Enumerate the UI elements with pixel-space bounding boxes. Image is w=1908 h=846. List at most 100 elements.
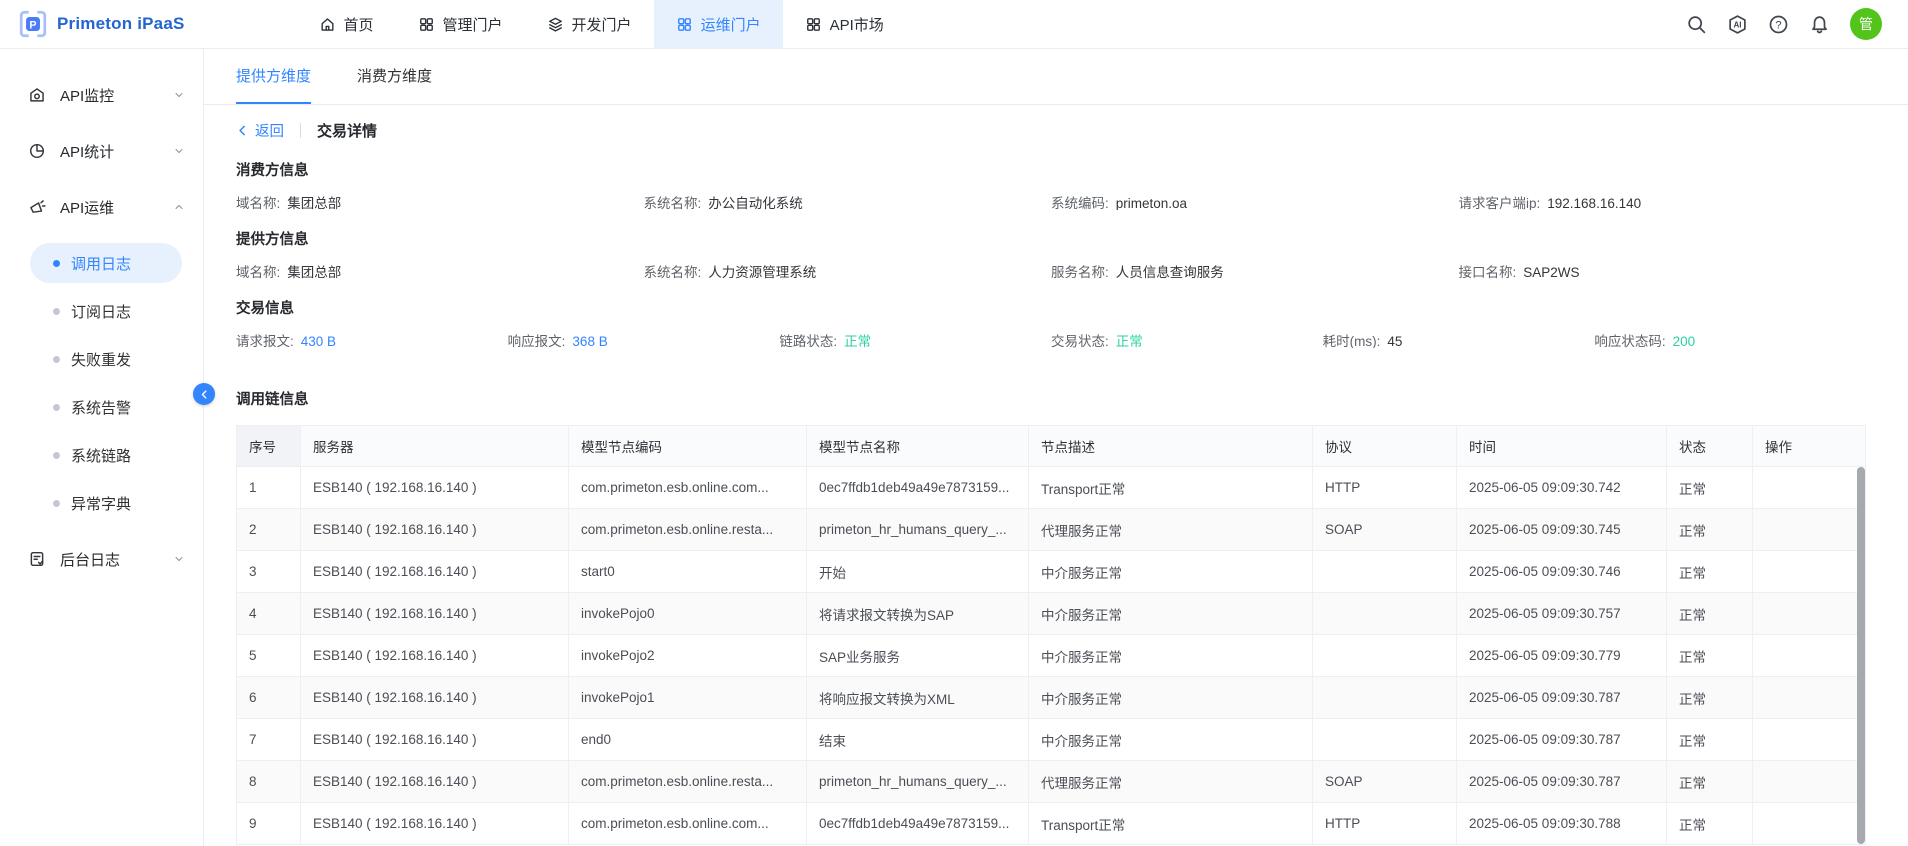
section-consumer-info: 消费方信息域名称:集团总部系统名称:办公自动化系统系统编码:primeton.o… (236, 159, 1866, 210)
svg-text:?: ? (1775, 19, 1781, 31)
sidebar-item-api-monitor[interactable]: API监控 (0, 67, 203, 123)
sidebar-subitem-system-alarm[interactable]: 系统告警 (30, 387, 182, 427)
search-icon (1686, 14, 1707, 35)
column-header: 序号 (237, 426, 301, 467)
cell-node_name: 将请求报文转换为SAP (807, 593, 1029, 635)
field-item: 域名称:集团总部 (236, 261, 644, 279)
top-bar: P Primeton iPaaS 首页管理门户开发门户 运维门户 API市场 AI?… (0, 0, 1908, 49)
cell-time: 2025-06-05 09:09:30.787 (1457, 761, 1667, 803)
field-item: 链路状态:正常 (779, 330, 1051, 348)
field-item: 交易状态:正常 (1051, 330, 1323, 348)
bell-icon (1809, 14, 1830, 35)
cell-status: 正常 (1667, 467, 1753, 509)
nav-item-label: 运维门户 (701, 14, 761, 35)
grid-icon (418, 16, 435, 33)
field-value[interactable]: 430 B (301, 334, 336, 348)
tab-consumer-dimension[interactable]: 消费方维度 (357, 49, 432, 104)
cell-node_desc: 中介服务正常 (1029, 719, 1313, 761)
sidebar-item-api-stats[interactable]: API统计 (0, 123, 203, 179)
cell-status: 正常 (1667, 509, 1753, 551)
chevron-left-icon (236, 124, 249, 137)
cell-node_desc: Transport正常 (1029, 467, 1313, 509)
cell-node_name: 0ec7ffdb1deb49a49e7873159... (807, 803, 1029, 845)
app-logo[interactable]: P Primeton iPaaS (0, 9, 185, 39)
cell-protocol (1313, 635, 1457, 677)
search-button[interactable] (1686, 14, 1707, 35)
nav-item-api-market[interactable]: API市场 (783, 0, 906, 48)
help-button[interactable]: ? (1768, 14, 1789, 35)
chevron-down-icon (173, 553, 185, 565)
chevron-left-icon (199, 389, 210, 400)
section-transaction-info: 交易信息请求报文:430 B响应报文:368 B链路状态:正常交易状态:正常耗时… (236, 297, 1866, 348)
cell-no: 8 (237, 761, 301, 803)
cell-action (1753, 509, 1866, 551)
column-header: 操作 (1753, 426, 1866, 467)
field-value: 45 (1387, 334, 1402, 348)
cell-no: 4 (237, 593, 301, 635)
field-item: 系统编码:primeton.oa (1051, 192, 1459, 210)
cell-no: 1 (237, 467, 301, 509)
content-panel: 返回 交易详情 消费方信息域名称:集团总部系统名称:办公自动化系统系统编码:pr… (204, 105, 1908, 846)
sidebar-collapse-button[interactable] (193, 383, 215, 405)
cell-node_code: invokePojo2 (569, 635, 807, 677)
cell-status: 正常 (1667, 551, 1753, 593)
field-value[interactable]: 368 B (572, 334, 607, 348)
sidebar-subitem-exception-dict[interactable]: 异常字典 (30, 483, 182, 523)
back-button[interactable]: 返回 (236, 120, 284, 141)
sidebar-item-backend-log[interactable]: 后台日志 (0, 531, 203, 587)
cell-no: 5 (237, 635, 301, 677)
cell-protocol: HTTP (1313, 467, 1457, 509)
cell-action (1753, 719, 1866, 761)
cell-node_desc: 中介服务正常 (1029, 677, 1313, 719)
cell-node_desc: 中介服务正常 (1029, 593, 1313, 635)
cell-node_code: com.primeton.esb.online.resta... (569, 761, 807, 803)
home-icon (319, 16, 336, 33)
sidebar-subitem-fail-resend[interactable]: 失败重发 (30, 339, 182, 379)
cell-node_desc: 中介服务正常 (1029, 551, 1313, 593)
sidebar-subitem-system-link[interactable]: 系统链路 (30, 435, 182, 475)
field-label: 系统名称: (644, 265, 702, 279)
cell-no: 9 (237, 803, 301, 845)
cell-node_name: 将响应报文转换为XML (807, 677, 1029, 719)
cell-status: 正常 (1667, 635, 1753, 677)
table-row: 2ESB140 ( 192.168.16.140 )com.primeton.e… (237, 509, 1866, 551)
table-row: 8ESB140 ( 192.168.16.140 )com.primeton.e… (237, 761, 1866, 803)
column-header: 状态 (1667, 426, 1753, 467)
field-item: 响应状态码:200 (1594, 330, 1866, 348)
app-title: Primeton iPaaS (57, 14, 185, 34)
pie-icon (28, 142, 46, 160)
cell-node_name: SAP业务服务 (807, 635, 1029, 677)
cell-status: 正常 (1667, 803, 1753, 845)
nav-item-home[interactable]: 首页 (297, 0, 396, 48)
nav-item-admin-portal[interactable]: 管理门户 (396, 0, 525, 48)
toolbar-divider (300, 123, 301, 138)
field-value: 200 (1673, 334, 1696, 348)
cell-time: 2025-06-05 09:09:30.788 (1457, 803, 1667, 845)
notifications-button[interactable] (1809, 14, 1830, 35)
table-row: 9ESB140 ( 192.168.16.140 )com.primeton.e… (237, 803, 1866, 845)
ai-assistant-button[interactable]: AI (1727, 14, 1748, 35)
field-item: 接口名称:SAP2WS (1459, 261, 1867, 279)
layers-icon (547, 16, 564, 33)
field-value: 正常 (844, 334, 871, 348)
sidebar-item-api-ops[interactable]: API运维 (0, 179, 203, 235)
cell-server: ESB140 ( 192.168.16.140 ) (301, 803, 569, 845)
nav-item-dev-portal[interactable]: 开发门户 (525, 0, 654, 48)
column-header: 时间 (1457, 426, 1667, 467)
app-logo-icon: P (18, 9, 48, 39)
field-label: 接口名称: (1459, 265, 1517, 279)
table-scrollbar-thumb[interactable] (1857, 467, 1865, 844)
sidebar-subitem-subscribe-log[interactable]: 订阅日志 (30, 291, 182, 331)
cell-server: ESB140 ( 192.168.16.140 ) (301, 509, 569, 551)
cell-status: 正常 (1667, 719, 1753, 761)
tab-provider-dimension[interactable]: 提供方维度 (236, 49, 311, 104)
sidebar-subitem-call-log[interactable]: 调用日志 (30, 243, 182, 283)
cell-time: 2025-06-05 09:09:30.787 (1457, 719, 1667, 761)
cell-action (1753, 761, 1866, 803)
user-avatar[interactable]: 管 (1850, 8, 1882, 40)
field-value: 192.168.16.140 (1547, 196, 1641, 210)
cell-server: ESB140 ( 192.168.16.140 ) (301, 635, 569, 677)
toolbar: 返回 交易详情 (236, 119, 1866, 141)
cell-protocol (1313, 551, 1457, 593)
nav-item-ops-portal[interactable]: 运维门户 (654, 0, 783, 48)
